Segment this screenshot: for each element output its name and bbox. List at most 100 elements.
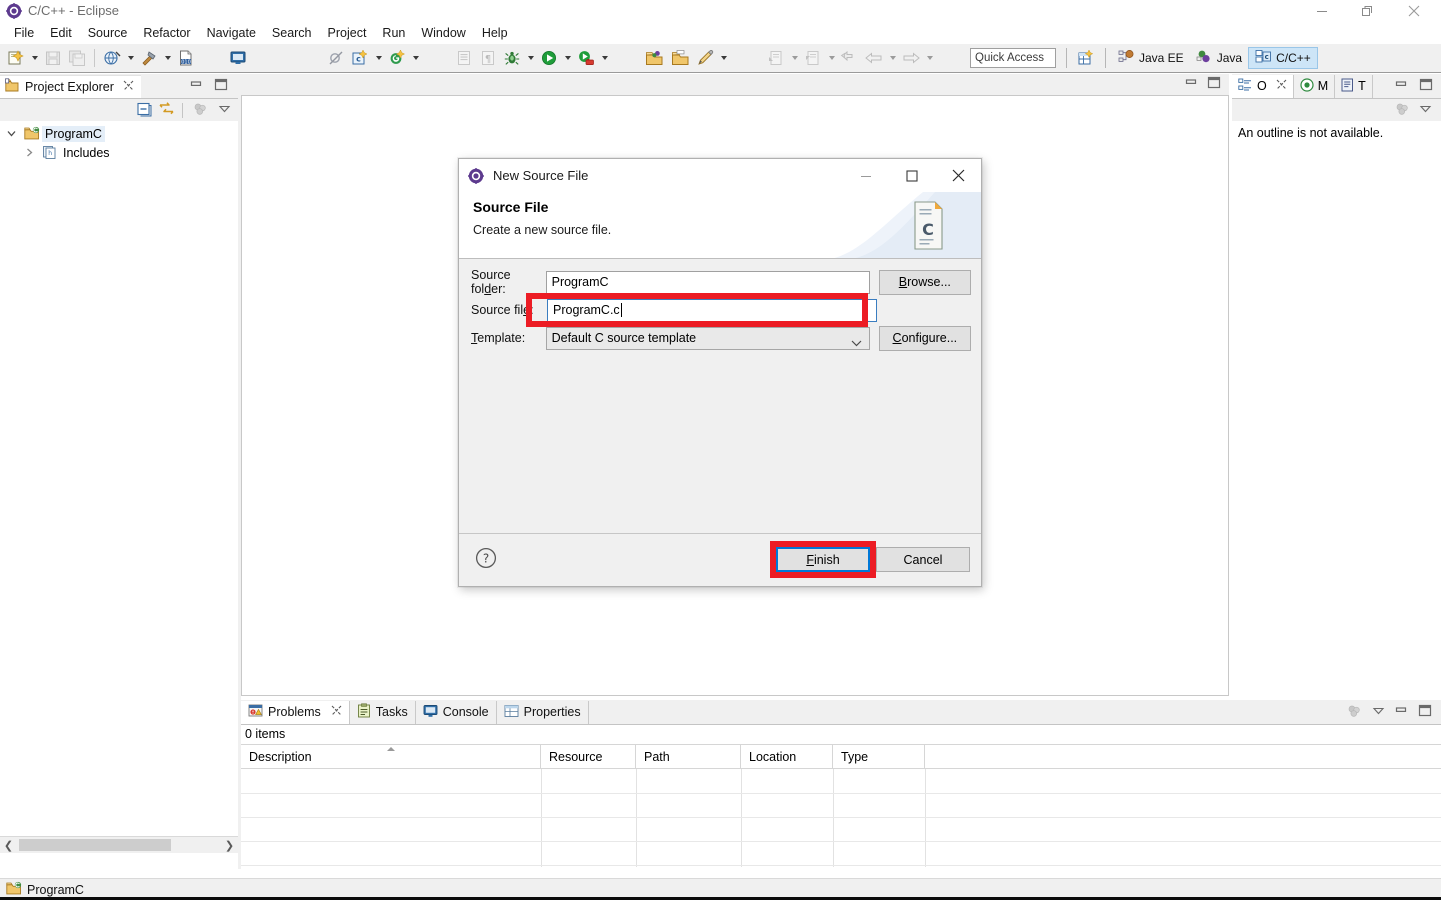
open-perspective-icon[interactable] [1073,46,1099,70]
view-menu-icon[interactable] [1346,703,1362,722]
status-bar-label: ProgramC [27,882,84,897]
new-c-project-dropdown-icon[interactable] [409,56,422,60]
search-pencil-dropdown-icon[interactable] [717,56,730,60]
tab-tasks[interactable]: Tasks [350,700,416,724]
template-combobox[interactable]: Default C source template [545,326,870,350]
link-with-editor-icon[interactable] [158,101,175,120]
chevron-down-icon[interactable] [0,128,22,139]
editor-minimize-icon[interactable] [1185,76,1199,93]
build-all-icon[interactable] [100,46,124,70]
menu-help[interactable]: Help [474,23,516,43]
tab-problems[interactable]: Problems [241,700,350,724]
window-close-button[interactable] [1391,0,1437,22]
dialog-close-button[interactable] [935,159,981,192]
tree-item-programc[interactable]: ProgramC [0,124,238,143]
configure-button[interactable]: Configure... [878,325,971,351]
cancel-button[interactable]: Cancel [876,547,970,572]
help-icon[interactable]: ? [475,547,497,569]
open-console-icon[interactable] [226,46,250,70]
project-tree[interactable]: ProgramC h Includes [0,121,238,900]
window-minimize-button[interactable] [1299,0,1345,22]
column-header-path[interactable]: Path [636,744,741,769]
quick-access-input[interactable]: Quick Access [970,48,1056,68]
binary-file-icon[interactable]: 010 [174,46,198,70]
dialog-minimize-button[interactable] [843,159,889,192]
open-resource-icon[interactable] [667,46,693,70]
new-wizard-icon[interactable] [4,46,28,70]
outline-maximize-icon[interactable] [1419,78,1433,95]
hscroll-thumb[interactable] [19,839,171,851]
new-c-class-icon[interactable]: c [348,46,372,70]
run-icon[interactable] [537,46,561,70]
browse-button[interactable]: Browse... [878,269,971,295]
perspective-java-ee-label: Java EE [1139,51,1184,65]
perspective-c-cpp[interactable]: c C/C++ [1248,47,1318,69]
open-type-icon[interactable] [641,46,667,70]
perspective-java[interactable]: Java [1190,47,1248,69]
outline-minimize-icon[interactable] [1395,78,1409,95]
dialog-maximize-button[interactable] [889,159,935,192]
scroll-left-icon[interactable]: ❮ [0,837,17,854]
menu-window[interactable]: Window [413,23,473,43]
chevron-right-icon[interactable] [18,147,40,158]
close-tab-icon[interactable] [1276,79,1287,93]
source-folder-row: Source folder: ProgramC Browse... [471,268,971,296]
menu-file[interactable]: File [6,23,42,43]
view-menu-icon[interactable] [192,101,208,120]
debug-dropdown-icon[interactable] [524,56,537,60]
build-hammer-dropdown-icon[interactable] [161,56,174,60]
editor-maximize-icon[interactable] [1207,76,1221,93]
debug-icon[interactable] [500,46,524,70]
search-pencil-icon[interactable] [693,46,717,70]
scroll-right-icon[interactable]: ❯ [221,837,238,854]
bottom-panel-minimize-icon[interactable] [1395,704,1409,721]
view-menu-icon[interactable] [1394,101,1410,120]
build-hammer-icon[interactable] [137,46,161,70]
source-folder-input[interactable]: ProgramC [545,270,870,294]
tree-item-includes[interactable]: h Includes [0,143,238,162]
external-tools-icon[interactable] [574,46,598,70]
view-dropdown-icon[interactable] [217,101,232,119]
outline-tabrow: O M T [1232,74,1441,98]
project-explorer-tabrow: Project Explorer [0,74,238,98]
next-annotation-dropdown-icon [788,56,801,60]
column-header-description[interactable]: Description [241,744,541,769]
close-tab-icon[interactable] [123,80,134,94]
build-all-dropdown-icon[interactable] [124,56,137,60]
tab-make-target[interactable]: M [1294,74,1336,98]
tab-properties[interactable]: Properties [497,700,589,724]
tab-project-explorer[interactable]: Project Explorer [0,75,141,98]
menu-search[interactable]: Search [264,23,320,43]
menu-navigate[interactable]: Navigate [199,23,264,43]
bottom-panel-maximize-icon[interactable] [1418,704,1432,721]
project-explorer-hscrollbar[interactable]: ❮ ❯ [0,836,238,853]
menu-source[interactable]: Source [80,23,136,43]
finish-button[interactable]: Finish [776,547,870,572]
perspective-java-ee[interactable]: Java EE [1112,47,1190,69]
project-explorer-maximize-icon[interactable] [214,78,228,95]
column-header-type[interactable]: Type [833,744,925,769]
tab-outline[interactable]: O [1232,74,1294,98]
view-dropdown-icon[interactable] [1418,101,1433,119]
tree-item-programc-label: ProgramC [42,125,105,142]
collapse-all-icon[interactable] [136,101,152,120]
menu-refactor[interactable]: Refactor [135,23,198,43]
menu-project[interactable]: Project [320,23,375,43]
new-wizard-dropdown-icon[interactable] [28,56,41,60]
new-c-class-dropdown-icon[interactable] [372,56,385,60]
project-explorer-minimize-icon[interactable] [190,78,204,95]
task-list-icon [1341,78,1354,95]
external-tools-dropdown-icon[interactable] [598,56,611,60]
run-dropdown-icon[interactable] [561,56,574,60]
view-dropdown-icon[interactable] [1371,703,1386,721]
new-c-project-icon[interactable] [385,46,409,70]
source-file-input[interactable]: ProgramC.c [547,298,877,322]
tab-task-list[interactable]: T [1335,74,1373,98]
menu-run[interactable]: Run [374,23,413,43]
window-restore-button[interactable] [1345,0,1391,22]
column-header-resource[interactable]: Resource [541,744,636,769]
close-tab-icon[interactable] [331,705,342,719]
column-header-location[interactable]: Location [741,744,833,769]
menu-edit[interactable]: Edit [42,23,80,43]
tab-console[interactable]: Console [416,700,497,724]
